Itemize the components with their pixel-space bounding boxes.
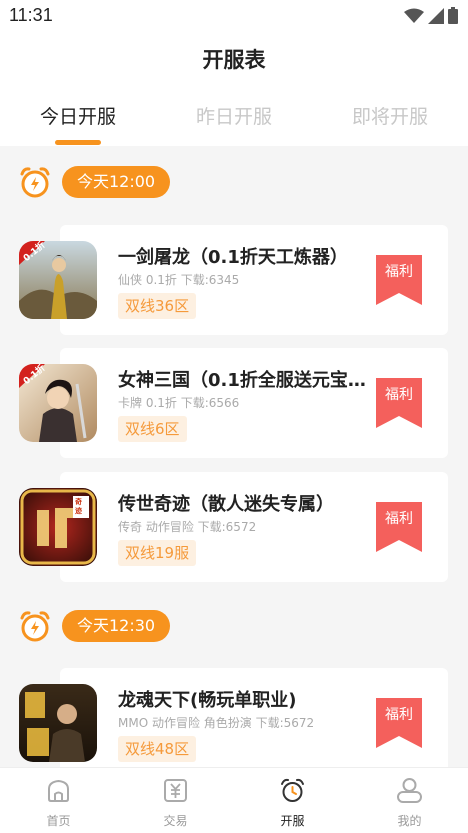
trade-icon: [164, 779, 187, 802]
welfare-badge[interactable]: 福利: [376, 255, 422, 305]
server-tag: 双线19服: [118, 540, 197, 566]
time-group-header: 今天12:00: [18, 165, 171, 199]
nav-label: 开服: [280, 814, 305, 828]
game-card[interactable]: 奇迹 传世奇迹（散人迷失专属） 传奇 动作冒险 下载:6572 双线19服 福利: [19, 472, 448, 582]
profile-icon: [397, 778, 422, 803]
game-icon-yijian: 0.1折: [19, 241, 97, 319]
nav-label: 我的: [397, 814, 422, 828]
bottom-nav: 首页 交易 开服 我的: [0, 767, 468, 833]
server-tag: 双线6区: [118, 416, 187, 442]
page-title: 开服表: [202, 48, 266, 72]
home-icon: [48, 779, 69, 802]
game-title: 龙魂天下(畅玩单职业): [118, 690, 297, 711]
status-bar: 11:31: [0, 0, 468, 32]
tab-active-indicator: [55, 140, 101, 145]
time-pill: 今天12:00: [62, 166, 171, 198]
alarm-clock-icon: [20, 611, 50, 642]
tab-yesterday[interactable]: 昨日开服: [156, 102, 312, 129]
welfare-label: 福利: [385, 511, 413, 527]
game-card[interactable]: 0.1折 一剑屠龙（0.1折天工炼器） 仙侠 0.1折 下载:6345 双线36…: [19, 225, 448, 335]
nav-profile[interactable]: 我的: [351, 768, 468, 833]
tab-upcoming[interactable]: 即将开服: [312, 102, 468, 129]
battery-icon: [448, 7, 458, 24]
welfare-badge[interactable]: 福利: [376, 502, 422, 552]
server-tag: 双线48区: [118, 736, 197, 762]
game-meta: MMO 动作冒险 角色扮演 下载:5672: [118, 716, 315, 730]
welfare-badge[interactable]: 福利: [376, 698, 422, 748]
game-card[interactable]: 龙魂天下(畅玩单职业) MMO 动作冒险 角色扮演 下载:5672 双线48区 …: [19, 668, 448, 778]
wifi-icon: [404, 8, 424, 23]
game-title: 女神三国（0.1折全服送元宝…: [118, 370, 366, 391]
status-icons: [404, 7, 458, 24]
welfare-label: 福利: [385, 387, 413, 403]
game-meta: 卡牌 0.1折 下载:6566: [118, 396, 240, 410]
game-meta: 仙侠 0.1折 下载:6345: [118, 273, 240, 287]
welfare-badge[interactable]: 福利: [376, 378, 422, 428]
game-icon-nvshen: 0.1折: [19, 364, 97, 442]
time-pill: 今天12:30: [62, 610, 171, 642]
nav-label: 首页: [46, 814, 71, 828]
header: 开服表 今日开服 昨日开服 即将开服: [0, 32, 468, 146]
alarm-clock-icon: [20, 167, 50, 198]
icon-badge: 奇迹: [75, 498, 82, 515]
game-card[interactable]: 0.1折 女神三国（0.1折全服送元宝… 卡牌 0.1折 下载:6566 双线6…: [19, 348, 448, 458]
status-time: 11:31: [9, 5, 53, 25]
welfare-label: 福利: [385, 264, 413, 280]
game-title: 传世奇迹（散人迷失专属）: [118, 494, 334, 515]
time-group-header: 今天12:30: [18, 609, 171, 643]
alarm-clock-icon: [281, 778, 304, 802]
game-icon-longhun: [19, 684, 97, 762]
signal-icon: [428, 7, 444, 24]
tab-today[interactable]: 今日开服: [0, 102, 156, 129]
server-tag: 双线36区: [118, 293, 197, 319]
welfare-label: 福利: [385, 707, 413, 723]
nav-trade[interactable]: 交易: [117, 768, 234, 833]
tab-bar: 今日开服 昨日开服 即将开服: [0, 102, 468, 146]
game-meta: 传奇 动作冒险 下载:6572: [118, 520, 257, 534]
nav-home[interactable]: 首页: [0, 768, 117, 833]
game-icon-chuanshi: 奇迹: [19, 488, 97, 566]
nav-label: 交易: [163, 814, 188, 828]
game-title: 一剑屠龙（0.1折天工炼器）: [118, 247, 348, 268]
nav-server-open[interactable]: 开服: [234, 768, 351, 833]
